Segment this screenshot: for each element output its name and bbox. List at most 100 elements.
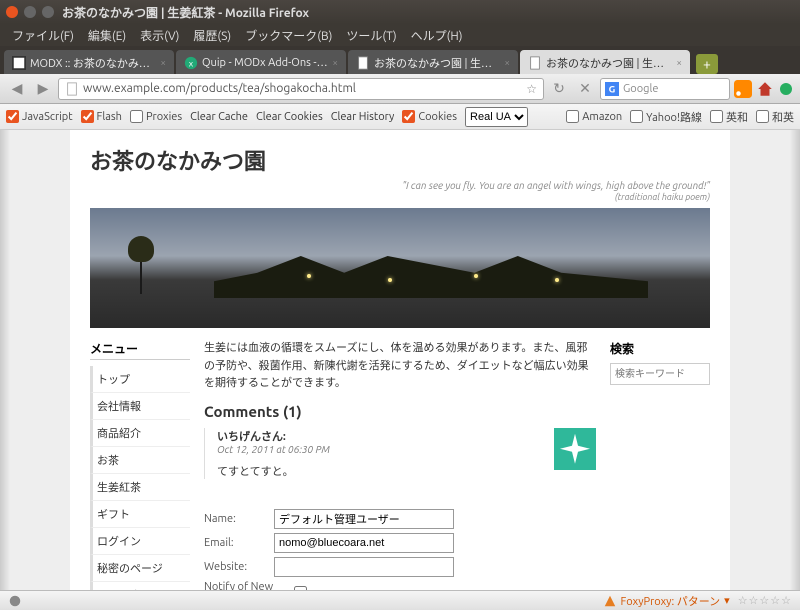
page-viewport: お茶のなかみつ園 "I can see you fly. You are an … xyxy=(0,130,800,590)
js-toggle[interactable]: JavaScript xyxy=(6,110,73,123)
article-description: 生姜には血液の循環をスムーズにし、体を温める効果があります。また、風邪の予防や、… xyxy=(204,340,596,393)
close-tab-icon[interactable]: × xyxy=(160,57,166,68)
dev-toolbar: JavaScript Flash Proxies Clear Cache Cle… xyxy=(0,104,800,130)
site-quote: "I can see you fly. You are an angel wit… xyxy=(90,180,710,202)
tab-bar: MODX :: お茶のなかみつ園 × x Quip - MODx Add-Ons… xyxy=(0,46,800,74)
proxies-toggle[interactable]: Proxies xyxy=(130,110,182,123)
dropdown-icon: ▾ xyxy=(724,594,730,607)
tab-label: MODX :: お茶のなかみつ園 xyxy=(30,55,156,71)
search-engine-label: Google xyxy=(623,83,658,95)
bookmark-star-icon[interactable]: ☆ xyxy=(526,82,537,96)
window-title: お茶のなかみつ園 | 生姜紅茶 - Mozilla Firefox xyxy=(62,4,309,21)
search-input[interactable] xyxy=(610,363,710,385)
email-label: Email: xyxy=(204,537,274,549)
useragent-select[interactable]: Real UA xyxy=(465,107,528,127)
tab-1[interactable]: MODX :: お茶のなかみつ園 × xyxy=(4,50,174,74)
new-tab-button[interactable]: + xyxy=(696,54,718,74)
menu-history[interactable]: 履歴(S) xyxy=(187,25,237,46)
minimize-icon[interactable] xyxy=(24,6,36,18)
menu-item[interactable]: お茶 xyxy=(90,447,190,474)
menu-item[interactable]: 商品紹介 xyxy=(90,420,190,447)
addon-icon[interactable] xyxy=(778,81,794,97)
tab-3[interactable]: お茶のなかみつ園 | 生姜紅茶 × xyxy=(348,50,518,74)
name-input[interactable] xyxy=(274,509,454,529)
menu-help[interactable]: ヘルプ(H) xyxy=(405,25,469,46)
url-bar-row: ◀ ▶ www.example.com/products/tea/shogako… xyxy=(0,74,800,104)
page-icon xyxy=(356,56,370,70)
comments-heading: Comments (1) xyxy=(204,403,596,420)
shadow-left xyxy=(0,130,10,590)
rating-stars[interactable]: ☆☆☆☆☆ xyxy=(738,594,792,607)
page-icon xyxy=(528,56,542,70)
menu-edit[interactable]: 編集(E) xyxy=(82,25,132,46)
tab-label: お茶のなかみつ園 | 生姜紅茶 xyxy=(374,55,500,71)
tab-2[interactable]: x Quip - MODx Add-Ons - MO... × xyxy=(176,50,346,74)
comment-form: Name: Email: Website: Notify of New Repl… xyxy=(204,509,596,590)
shadow-right xyxy=(790,130,800,590)
fox-icon xyxy=(603,594,617,608)
google-icon: G xyxy=(605,82,619,96)
left-sidebar: メニュー トップ 会社情報 商品紹介 お茶 生姜紅茶 ギフト ログイン 秘密のペ… xyxy=(90,340,190,590)
main-content: 生姜には血液の循環をスムーズにし、体を温める効果があります。また、風邪の予防や、… xyxy=(204,340,596,590)
tab-label: Quip - MODx Add-Ons - MO... xyxy=(202,57,328,69)
menu-file[interactable]: ファイル(F) xyxy=(6,25,80,46)
comment-author: いちげんさん: xyxy=(217,428,596,444)
menu-item[interactable]: 会社情報 xyxy=(90,393,190,420)
website-input[interactable] xyxy=(274,557,454,577)
flash-toggle[interactable]: Flash xyxy=(81,110,122,123)
url-input[interactable]: www.example.com/products/tea/shogakocha.… xyxy=(58,78,544,100)
page-content: お茶のなかみつ園 "I can see you fly. You are an … xyxy=(70,130,730,590)
menu-item[interactable]: 生姜紅茶 xyxy=(90,474,190,501)
close-tab-icon[interactable]: × xyxy=(676,57,682,68)
tab-4-active[interactable]: お茶のなかみつ園 | 生姜紅茶 × xyxy=(520,50,690,74)
close-tab-icon[interactable]: × xyxy=(504,57,510,68)
clear-history-button[interactable]: Clear History xyxy=(331,111,395,123)
website-label: Website: xyxy=(204,561,274,573)
email-input[interactable] xyxy=(274,533,454,553)
menu-item[interactable]: 秘密のページ xyxy=(90,555,190,582)
menu-item[interactable]: ギフト xyxy=(90,501,190,528)
page-icon: x xyxy=(184,56,198,70)
right-sidebar: 検索 xyxy=(610,340,710,590)
notify-label: Notify of New Replies: xyxy=(204,581,294,590)
yahoo-link[interactable]: Yahoo!路線 xyxy=(630,109,702,125)
menu-item[interactable]: ログイン xyxy=(90,528,190,555)
comment-item: いちげんさん: Oct 12, 2011 at 06:30 PM てすとてすと。 xyxy=(204,428,596,479)
cookies-toggle[interactable]: Cookies xyxy=(402,110,457,123)
svg-text:x: x xyxy=(189,58,194,68)
site-title: お茶のなかみつ園 xyxy=(90,144,710,176)
home-icon[interactable] xyxy=(756,80,774,98)
menu-item[interactable]: トップ xyxy=(90,366,190,393)
clear-cache-button[interactable]: Clear Cache xyxy=(190,111,248,123)
foxyproxy-status[interactable]: FoxyProxy: パターン ▾ xyxy=(603,593,730,609)
tab-label: お茶のなかみつ園 | 生姜紅茶 xyxy=(546,55,672,71)
close-icon[interactable] xyxy=(6,6,18,18)
feed-icon[interactable] xyxy=(734,80,752,98)
menu-view[interactable]: 表示(V) xyxy=(134,25,185,46)
window-titlebar: お茶のなかみつ園 | 生姜紅茶 - Mozilla Firefox xyxy=(0,0,800,24)
back-button[interactable]: ◀ xyxy=(6,78,28,100)
page-icon xyxy=(65,82,79,96)
waei-link[interactable]: 和英 xyxy=(756,109,794,125)
menu-tools[interactable]: ツール(T) xyxy=(340,25,402,46)
page-icon xyxy=(12,56,26,70)
clear-cookies-button[interactable]: Clear Cookies xyxy=(256,111,323,123)
menu-item[interactable]: お問い合わせ xyxy=(90,582,190,590)
name-label: Name: xyxy=(204,513,274,525)
forward-button[interactable]: ▶ xyxy=(32,78,54,100)
avatar xyxy=(554,428,596,470)
close-tab-icon[interactable]: × xyxy=(332,57,338,68)
menu-bookmarks[interactable]: ブックマーク(B) xyxy=(239,25,338,46)
url-text: www.example.com/products/tea/shogakocha.… xyxy=(83,82,526,95)
eiwa-link[interactable]: 英和 xyxy=(710,109,748,125)
amazon-link[interactable]: Amazon xyxy=(566,109,622,125)
maximize-icon[interactable] xyxy=(42,6,54,18)
stop-button[interactable]: ✕ xyxy=(574,78,596,100)
comment-date: Oct 12, 2011 at 06:30 PM xyxy=(217,444,596,455)
status-bar: FoxyProxy: パターン ▾ ☆☆☆☆☆ xyxy=(0,590,800,610)
search-box[interactable]: G Google xyxy=(600,78,730,100)
reload-button[interactable]: ↻ xyxy=(548,78,570,100)
status-icon xyxy=(8,594,22,608)
menu-list: トップ 会社情報 商品紹介 お茶 生姜紅茶 ギフト ログイン 秘密のページ お問… xyxy=(90,366,190,590)
menu-heading: メニュー xyxy=(90,340,190,360)
